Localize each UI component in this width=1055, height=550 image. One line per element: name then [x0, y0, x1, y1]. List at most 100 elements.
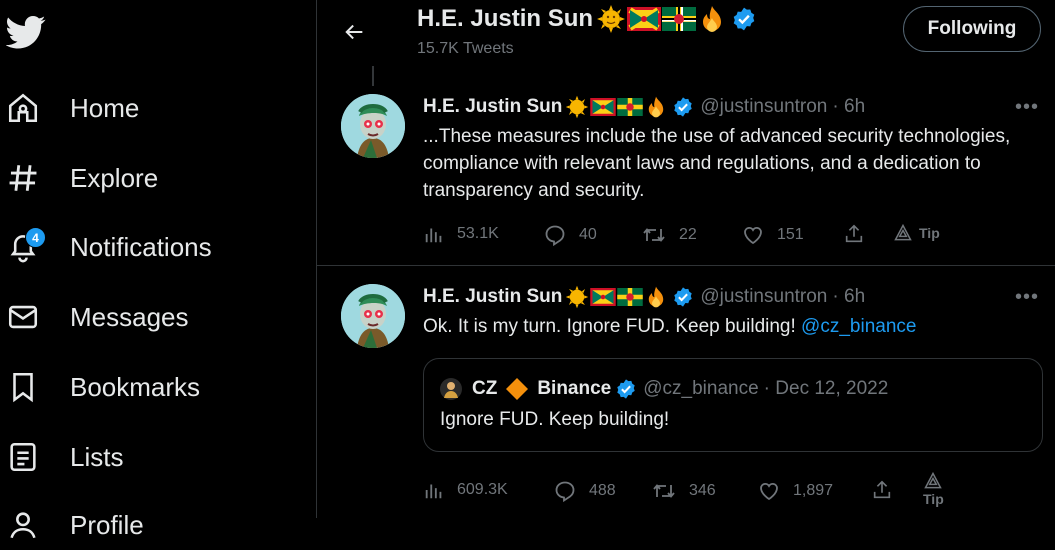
following-button[interactable]: Following — [903, 6, 1041, 52]
reply-action[interactable]: 40 — [543, 223, 597, 247]
views-count: 53.1K — [457, 225, 499, 242]
fire-emoji-icon — [649, 96, 664, 118]
tip-label: Tip — [923, 491, 944, 507]
twitter-logo-icon[interactable] — [5, 12, 46, 52]
heart-icon — [744, 226, 762, 245]
nav-explore[interactable]: Explore — [6, 153, 158, 203]
reply-icon — [545, 225, 565, 247]
tweet-actions: 53.1K 40 22 151 Tip — [423, 223, 1043, 253]
dominica-flag-icon — [662, 7, 697, 31]
tip-label: Tip — [919, 225, 940, 241]
nav-bookmarks[interactable]: Bookmarks — [6, 362, 200, 412]
nav-notifications[interactable]: 4 Notifications — [6, 222, 212, 272]
like-action[interactable]: 151 — [741, 223, 804, 247]
avatar[interactable] — [341, 94, 405, 158]
retweet-icon — [643, 228, 665, 242]
tweet-text: Ok. It is my turn. Ignore FUD. Keep buil… — [423, 313, 1043, 340]
hashtag-icon — [6, 161, 40, 195]
nav-notifications-label: Notifications — [70, 231, 212, 262]
nav-messages[interactable]: Messages — [6, 292, 189, 342]
like-action[interactable]: 1,897 — [757, 479, 833, 503]
more-options-icon[interactable]: ••• — [1015, 96, 1039, 119]
tip-action[interactable]: Tip — [893, 223, 940, 243]
mention-link[interactable]: @cz_binance — [801, 316, 916, 337]
quoted-handle[interactable]: @cz_binance — [643, 378, 758, 400]
share-action[interactable] — [871, 479, 893, 501]
verified-badge-icon — [674, 97, 693, 117]
quoted-name-part2[interactable]: Binance — [537, 378, 611, 400]
share-icon — [845, 224, 863, 243]
verified-badge-icon — [617, 379, 635, 399]
tweet-timestamp[interactable]: · 6h — [832, 96, 865, 118]
retweet-icon — [653, 484, 675, 498]
sun-emoji-icon — [566, 285, 589, 309]
diamond-emoji-icon — [506, 378, 529, 400]
quoted-text: Ignore FUD. Keep building! — [440, 409, 670, 430]
envelope-icon — [6, 300, 40, 334]
reply-icon — [555, 481, 575, 503]
tweet-timestamp[interactable]: · 6h — [832, 286, 865, 308]
main-column: H.E. Justin Sun 15.7K Tweets Following H… — [317, 0, 1055, 518]
more-options-icon[interactable]: ••• — [1015, 286, 1039, 309]
nav-bookmarks-label: Bookmarks — [70, 371, 201, 402]
tweet-author-name[interactable]: H.E. Justin Sun — [423, 286, 562, 308]
verified-badge-icon — [733, 7, 755, 31]
nav-lists-label: Lists — [70, 441, 124, 472]
analytics-icon — [425, 484, 442, 499]
nav-explore-label: Explore — [70, 162, 159, 193]
grenada-flag-icon — [590, 288, 617, 306]
reply-count: 488 — [589, 482, 616, 499]
sun-emoji-icon — [566, 95, 589, 119]
bell-icon: 4 — [6, 227, 46, 264]
nav-profile[interactable]: Profile — [6, 500, 144, 550]
avatar[interactable] — [341, 284, 405, 348]
tweet-author-handle[interactable]: @justinsuntron — [700, 96, 827, 118]
nav-lists[interactable]: Lists — [6, 432, 123, 482]
header-title: H.E. Justin Sun — [417, 4, 757, 34]
reply-action[interactable]: 488 — [553, 479, 616, 503]
share-icon — [873, 480, 891, 499]
tip-icon — [894, 223, 912, 241]
quoted-avatar[interactable] — [440, 378, 462, 400]
like-count: 1,897 — [793, 482, 834, 499]
retweet-count: 346 — [689, 482, 716, 499]
heart-icon — [760, 482, 778, 501]
home-icon — [6, 91, 40, 125]
dominica-flag-icon — [617, 98, 644, 116]
back-arrow-icon[interactable] — [337, 14, 373, 50]
tweet-author-name[interactable]: H.E. Justin Sun — [423, 96, 562, 118]
retweet-action[interactable]: 346 — [651, 479, 716, 503]
views-action[interactable]: 609.3K — [423, 479, 508, 501]
quoted-date[interactable]: · Dec 12, 2022 — [764, 378, 889, 400]
grenada-flag-icon — [627, 7, 662, 31]
quoted-name-part1[interactable]: CZ — [472, 378, 497, 400]
retweet-count: 22 — [679, 226, 697, 243]
views-action[interactable]: 53.1K — [423, 223, 499, 245]
tweet-author-handle[interactable]: @justinsuntron — [700, 286, 827, 308]
notification-count-badge: 4 — [25, 227, 46, 248]
header-name: H.E. Justin Sun — [417, 5, 594, 32]
header-emoji-row — [595, 4, 727, 34]
fire-emoji-icon — [649, 286, 664, 308]
sidebar: Home Explore 4 Notifications Messages Bo… — [0, 0, 316, 540]
bookmark-icon — [6, 370, 40, 404]
profile-header: H.E. Justin Sun 15.7K Tweets Following — [317, 0, 1055, 62]
share-action[interactable] — [843, 223, 865, 245]
like-count: 151 — [777, 226, 804, 243]
person-icon — [6, 508, 40, 542]
fire-emoji-icon — [703, 6, 722, 32]
sun-emoji-icon — [597, 5, 626, 33]
nav-profile-label: Profile — [70, 509, 144, 540]
retweet-action[interactable]: 22 — [641, 223, 697, 247]
quoted-tweet[interactable]: CZ Binance @cz_binance · Dec 12, 2022 Ig… — [423, 358, 1043, 452]
grenada-flag-icon — [590, 98, 617, 116]
tweet-count: 15.7K Tweets — [417, 40, 514, 57]
tip-action[interactable]: Tip — [923, 471, 944, 507]
nav-home[interactable]: Home — [6, 83, 139, 133]
tweet-header: H.E. Justin Sun @justinsuntron · 6h — [423, 285, 865, 309]
verified-badge-icon — [674, 287, 693, 307]
tweet-header: H.E. Justin Sun @justinsuntron · 6h — [423, 95, 865, 119]
tweet-actions: 609.3K 488 346 1,897 Tip — [423, 471, 1043, 509]
reply-count: 40 — [579, 226, 597, 243]
quoted-tweet-header: CZ Binance @cz_binance · Dec 12, 2022 — [440, 377, 888, 401]
